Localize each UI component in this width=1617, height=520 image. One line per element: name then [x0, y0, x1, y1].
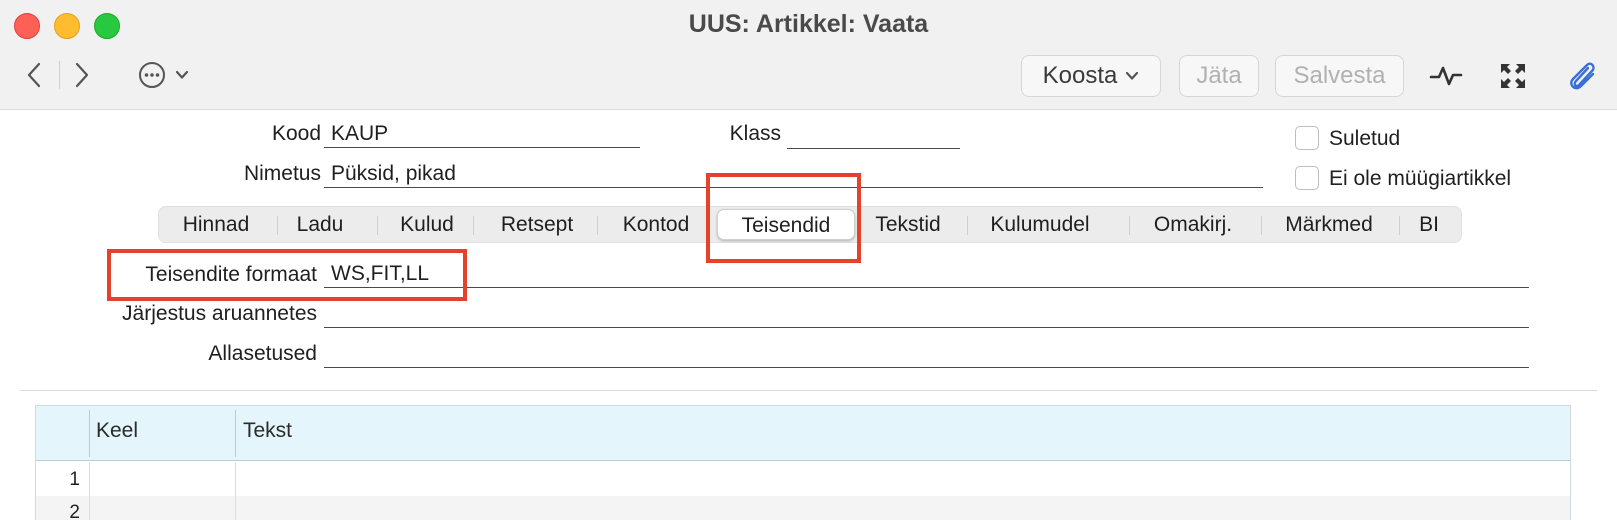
klass-field[interactable] [787, 120, 960, 149]
suletud-label: Suletud [1329, 127, 1401, 150]
tab-divider [967, 216, 968, 235]
tab-omakirj[interactable]: Omakirj. [1137, 207, 1249, 242]
tab-divider [1129, 216, 1130, 235]
grid-header: Keel Tekst [36, 406, 1570, 461]
ei-ole-muugiartikkel-checkbox[interactable] [1295, 166, 1319, 190]
chevron-down-icon [1126, 71, 1139, 80]
tab-divider [277, 216, 278, 235]
chevron-right-icon [75, 62, 89, 88]
tab-divider [1399, 216, 1400, 235]
forward-button[interactable] [68, 60, 96, 90]
klass-label: Klass [729, 122, 781, 145]
activity-button[interactable] [1428, 58, 1464, 94]
jarjestus-aruannetes-field[interactable] [324, 299, 1529, 328]
tab-markmed[interactable]: Märkmed [1271, 207, 1387, 242]
allasetused-label: Allasetused [208, 342, 317, 365]
koosta-menu-button[interactable]: Koosta [1021, 55, 1161, 97]
tab-ladu[interactable]: Ladu [283, 207, 357, 242]
column-divider [89, 410, 90, 457]
tab-retsept[interactable]: Retsept [483, 207, 591, 242]
tab-divider [597, 216, 598, 235]
koosta-label: Koosta [1042, 62, 1118, 89]
jata-button[interactable]: Jäta [1179, 55, 1259, 97]
tab-tekstid[interactable]: Tekstid [859, 207, 957, 242]
tab-divider [377, 216, 378, 235]
table-row[interactable]: 1 [36, 463, 1570, 496]
waveform-icon [1429, 66, 1463, 86]
tab-bi[interactable]: BI [1405, 207, 1453, 242]
tab-hinnad[interactable]: Hinnad [171, 207, 261, 242]
paperclip-icon [1570, 62, 1595, 90]
expand-arrows-icon [1501, 64, 1525, 88]
tab-divider [473, 216, 474, 235]
back-button[interactable] [20, 60, 48, 90]
tab-kulud[interactable]: Kulud [385, 207, 469, 242]
salvesta-button[interactable]: Salvesta [1275, 55, 1404, 97]
more-actions-button[interactable] [138, 60, 200, 90]
column-header-tekst[interactable]: Tekst [243, 419, 292, 443]
teisendite-formaat-field[interactable]: WS,FIT,LL [324, 260, 1529, 288]
column-divider [235, 462, 236, 520]
row-number: 2 [69, 502, 80, 520]
chevron-left-icon [27, 62, 41, 88]
row-number: 1 [69, 469, 80, 490]
window-title: UUS: Artikkel: Vaata [688, 10, 929, 38]
window-toolbar: UUS: Artikkel: Vaata Koosta Jäta Salvest… [0, 0, 1617, 110]
tab-kontod[interactable]: Kontod [603, 207, 709, 242]
kood-field[interactable]: KAUP [324, 120, 640, 148]
attachment-button[interactable] [1564, 58, 1600, 94]
column-divider [89, 462, 90, 520]
table-row[interactable]: 2 [36, 496, 1570, 520]
chevron-down-icon [175, 70, 189, 79]
allasetused-field[interactable] [324, 339, 1529, 368]
section-divider [20, 390, 1597, 391]
suletud-checkbox[interactable] [1295, 126, 1319, 150]
tab-kulumudel[interactable]: Kulumudel [971, 207, 1109, 242]
teisendid-tab-highlight [706, 173, 861, 263]
kood-label: Kood [271, 122, 321, 145]
fullscreen-button[interactable] [1495, 58, 1531, 94]
column-header-keel[interactable]: Keel [96, 419, 138, 443]
tab-divider [1261, 216, 1262, 235]
column-divider [235, 410, 236, 457]
ellipsis-circle-icon [139, 62, 165, 88]
toolbar-divider [59, 61, 60, 89]
tekstid-grid: Keel Tekst 1 2 [35, 405, 1571, 520]
ei-ole-muugiartikkel-label: Ei ole müügiartikkel [1329, 167, 1512, 190]
jarjestus-aruannetes-label: Järjestus aruannetes [122, 302, 317, 325]
nimetus-label: Nimetus [243, 162, 321, 185]
formaat-field-highlight [107, 249, 467, 301]
